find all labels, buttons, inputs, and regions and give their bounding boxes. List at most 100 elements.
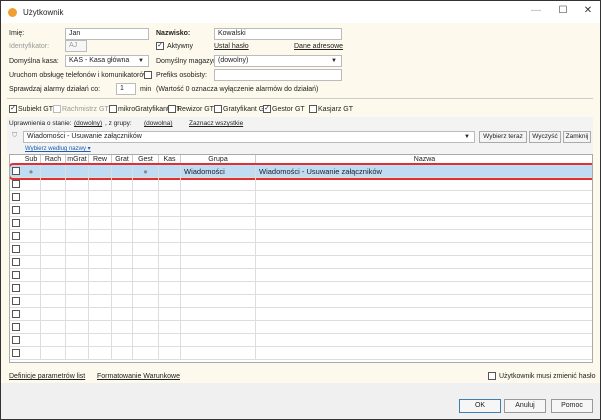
column-header[interactable]: Nazwa — [256, 155, 592, 165]
help-button[interactable]: Pomoc — [551, 399, 593, 413]
app-checkbox[interactable] — [309, 105, 317, 113]
table-row[interactable] — [10, 269, 592, 282]
table-row[interactable] — [10, 256, 592, 269]
grid-cell — [112, 230, 133, 243]
table-row[interactable] — [10, 191, 592, 204]
app-checkbox[interactable]: ✓ — [9, 105, 17, 113]
grid-cell — [133, 334, 159, 347]
table-row[interactable] — [10, 217, 592, 230]
table-row[interactable]: ● ● Wiadomości Wiadomości - Usuwanie załącz… — [10, 163, 592, 180]
grid-cell — [159, 282, 181, 295]
table-row[interactable] — [10, 347, 592, 360]
grid-cell — [66, 178, 89, 191]
ok-button[interactable]: OK — [459, 399, 501, 413]
grid-cell — [66, 334, 89, 347]
row-checkbox[interactable] — [12, 206, 20, 214]
id-input[interactable]: AJ — [65, 40, 87, 52]
grid-cell — [256, 282, 592, 295]
prefix-label: Prefiks osobisty: — [156, 72, 207, 79]
grid-cell — [89, 334, 112, 347]
first-name-input[interactable]: Jan — [65, 28, 149, 40]
row-checkbox[interactable] — [12, 232, 20, 240]
cond-format-link[interactable]: Formatowanie Warunkowe — [97, 373, 180, 380]
grid-cell — [66, 295, 89, 308]
close-filter-button[interactable]: Zamknij — [563, 131, 591, 143]
last-name-input[interactable]: Kowalski — [214, 28, 342, 40]
row-checkbox[interactable] — [12, 180, 20, 188]
select-now-button[interactable]: Wybierz teraz — [479, 131, 527, 143]
param-defs-link[interactable]: Definicje parametrów list — [9, 373, 85, 380]
minimize-button[interactable]: — — [529, 5, 543, 19]
address-link[interactable]: Dane adresowe — [294, 43, 343, 50]
row-checkbox[interactable] — [12, 349, 20, 357]
table-row[interactable] — [10, 308, 592, 321]
column-header[interactable]: Rew — [89, 155, 112, 165]
close-button[interactable]: ✕ — [581, 5, 595, 19]
column-header[interactable]: Grupa — [181, 155, 256, 165]
table-row[interactable] — [10, 178, 592, 191]
app-checkbox[interactable] — [53, 105, 61, 113]
app-checkbox[interactable]: ✓ — [263, 105, 271, 113]
row-checkbox[interactable] — [12, 284, 20, 292]
select-by-name-link[interactable]: Wybierz według nazwy ▾ — [25, 145, 91, 152]
active-checkbox[interactable]: ✓ — [156, 42, 164, 50]
table-row[interactable] — [10, 295, 592, 308]
row-checkbox[interactable] — [12, 297, 20, 305]
alarm-input[interactable]: 1 — [116, 83, 136, 95]
grid-cell — [133, 347, 159, 360]
search-input[interactable]: Wiadomości - Usuwanie załączników — [23, 131, 475, 143]
grid-cell — [66, 347, 89, 360]
grid-cell — [22, 295, 41, 308]
grid-cell — [89, 269, 112, 282]
grid-cell — [256, 334, 592, 347]
column-header[interactable]: Sub — [22, 155, 41, 165]
row-checkbox[interactable] — [12, 245, 20, 253]
row-checkbox[interactable] — [12, 310, 20, 318]
table-row[interactable] — [10, 243, 592, 256]
row-checkbox[interactable] — [12, 167, 20, 175]
column-header[interactable]: Gest — [133, 155, 159, 165]
must-change-label: Użytkownik musi zmienić hasło — [499, 373, 596, 380]
grid-cell — [159, 204, 181, 217]
alarm-note: (Wartość 0 oznacza wyłączenie alarmów do… — [156, 86, 319, 93]
group-dropdown[interactable]: (dowolna) — [144, 120, 173, 127]
table-row[interactable] — [10, 321, 592, 334]
app-label: Gratyfikant GT — [223, 106, 269, 113]
state-dropdown[interactable]: (dowolny) — [74, 120, 102, 127]
column-header[interactable]: mGrat — [66, 155, 89, 165]
row-checkbox[interactable] — [12, 258, 20, 266]
filter-icon: ⛉ — [12, 132, 18, 139]
select-all-link[interactable]: Zaznacz wszystkie — [189, 120, 243, 127]
grid-cell — [256, 178, 592, 191]
table-row[interactable] — [10, 204, 592, 217]
row-checkbox[interactable] — [12, 336, 20, 344]
set-password-link[interactable]: Ustal hasło — [214, 43, 249, 50]
warehouse-select[interactable]: (dowolny) — [214, 55, 342, 67]
clear-button[interactable]: Wyczyść — [529, 131, 561, 143]
column-header[interactable]: Grat — [112, 155, 133, 165]
row-checkbox[interactable] — [12, 271, 20, 279]
grid-cell — [159, 269, 181, 282]
title-bar: Użytkownik — ☐ ✕ — [1, 1, 600, 23]
table-row[interactable] — [10, 230, 592, 243]
column-header[interactable]: Rach — [41, 155, 66, 165]
table-row[interactable] — [10, 282, 592, 295]
cashbox-select[interactable]: KAS - Kasa główna — [65, 55, 149, 67]
row-checkbox[interactable] — [12, 219, 20, 227]
app-checkbox[interactable] — [168, 105, 176, 113]
cancel-button[interactable]: Anuluj — [504, 399, 546, 413]
row-checkbox[interactable] — [12, 323, 20, 331]
row-checkbox[interactable] — [12, 193, 20, 201]
app-checkbox[interactable] — [109, 105, 117, 113]
prefix-input[interactable] — [214, 69, 342, 81]
app-checkbox[interactable] — [214, 105, 222, 113]
phone-checkbox[interactable] — [144, 71, 152, 79]
grid-cell — [22, 308, 41, 321]
must-change-checkbox[interactable] — [488, 372, 496, 380]
grid-cell — [256, 308, 592, 321]
table-row[interactable] — [10, 334, 592, 347]
maximize-button[interactable]: ☐ — [556, 5, 570, 19]
column-header[interactable]: Kas — [159, 155, 181, 165]
grid-cell — [181, 334, 256, 347]
grid-cell — [159, 178, 181, 191]
